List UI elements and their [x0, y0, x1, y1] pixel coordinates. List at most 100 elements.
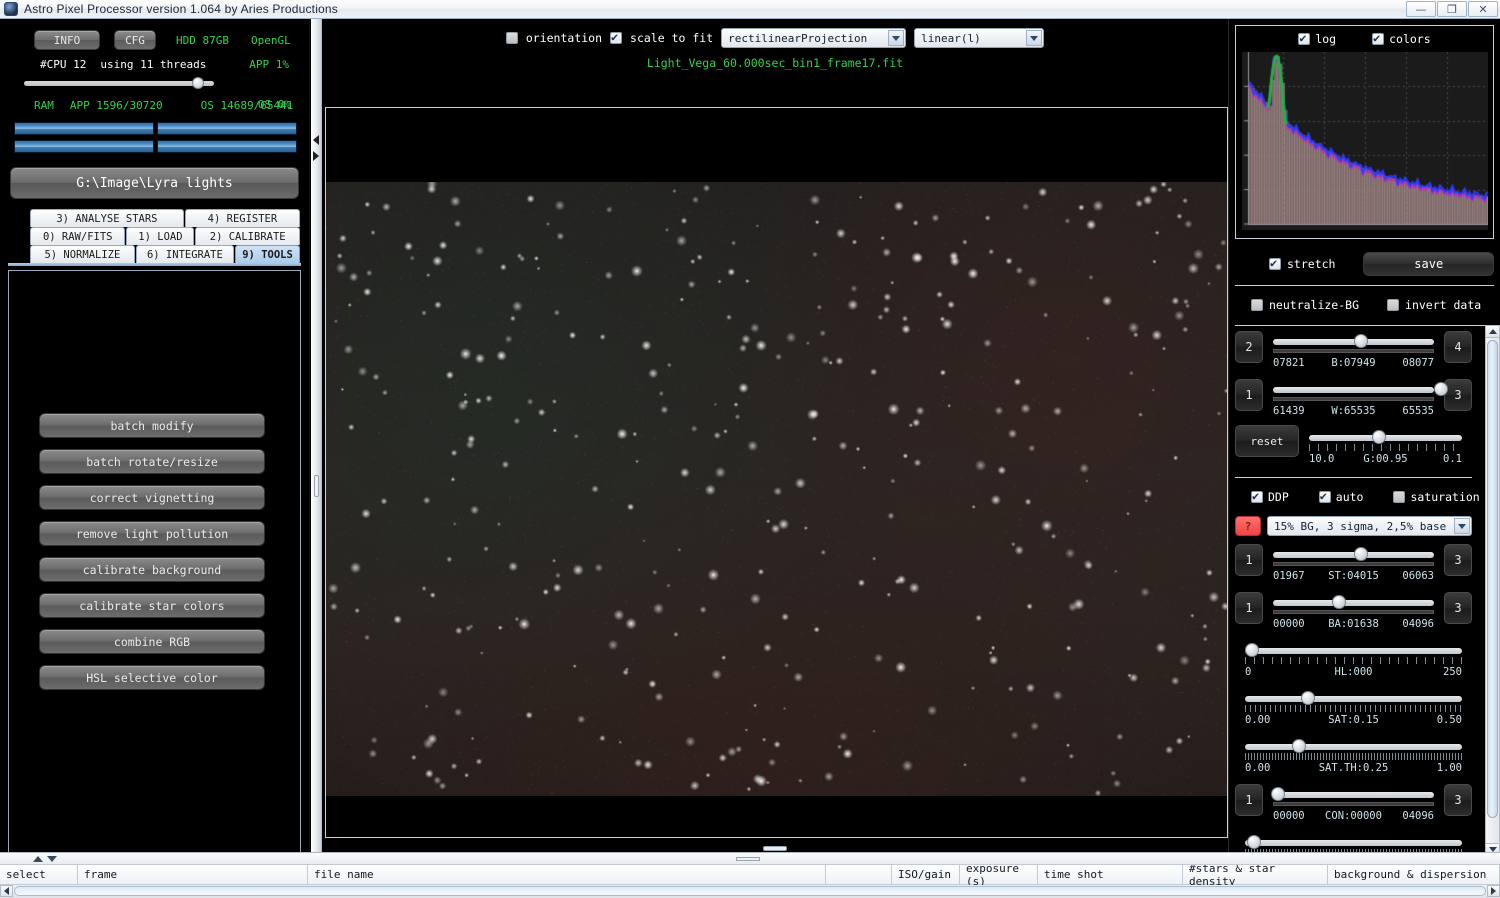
scroll-right-icon[interactable] — [1487, 885, 1500, 897]
sharpen-track[interactable] — [1245, 840, 1462, 846]
black-point-increase-button[interactable]: 4 — [1444, 331, 1472, 363]
correct-vignetting-button[interactable]: correct vignetting — [39, 485, 265, 510]
scroll-left-icon[interactable] — [0, 885, 13, 897]
saturation-threshold-knob[interactable] — [1292, 739, 1306, 753]
calibrate-background-button[interactable]: calibrate background — [39, 557, 265, 582]
collapse-left-icon[interactable] — [313, 135, 319, 145]
scroll-up-icon[interactable] — [1486, 326, 1499, 338]
tab-load[interactable]: 1) LOAD — [126, 227, 194, 245]
minimize-icon[interactable]: — — [1406, 1, 1436, 17]
batch-modify-button[interactable]: batch modify — [39, 413, 265, 438]
file-table-hscrollbar[interactable] — [0, 885, 1500, 898]
column-file-name[interactable]: file name — [308, 865, 826, 884]
expand-left-icon[interactable] — [313, 151, 319, 161]
column-background[interactable]: background & dispersion — [1328, 865, 1500, 884]
combine-rgb-button[interactable]: combine RGB — [39, 629, 265, 654]
splitter-grip[interactable] — [736, 857, 760, 861]
background-track[interactable] — [1273, 600, 1434, 606]
right-panel-scrollbar[interactable] — [1485, 325, 1500, 856]
info-button[interactable]: INFO — [34, 30, 100, 50]
collapse-down-icon[interactable] — [47, 856, 57, 862]
column-iso-gain[interactable]: ISO/gain — [892, 865, 960, 884]
ram-label: RAM — [34, 99, 54, 112]
colors-checkbox[interactable] — [1372, 33, 1384, 45]
highlight-knob[interactable] — [1245, 643, 1259, 657]
scrollbar-thumb[interactable] — [1487, 340, 1498, 818]
orientation-checkbox[interactable] — [506, 32, 518, 44]
highlight-track[interactable] — [1245, 648, 1462, 654]
stretch-amount-decrease-button[interactable]: 1 — [1235, 544, 1263, 576]
application-root: INFO CFG HDD 87GB OpenGL #CPU 12 using 1… — [0, 19, 1500, 898]
star-field-image[interactable] — [326, 182, 1227, 796]
saturation-knob[interactable] — [1301, 691, 1315, 705]
saturation-threshold-track[interactable] — [1245, 744, 1462, 750]
working-directory-button[interactable]: G:\Image\Lyra lights — [10, 167, 299, 199]
help-icon[interactable]: ? — [1235, 516, 1261, 536]
white-point-track[interactable] — [1273, 387, 1434, 393]
thread-slider-knob[interactable] — [192, 77, 204, 89]
column-time-shot[interactable]: time shot — [1038, 865, 1183, 884]
black-point-decrease-button[interactable]: 2 — [1235, 331, 1263, 363]
bottom-splitter[interactable] — [0, 853, 1500, 865]
batch-rotate-resize-button[interactable]: batch rotate/resize — [39, 449, 265, 474]
tab-calibrate[interactable]: 2) CALIBRATE — [195, 227, 300, 245]
background-increase-button[interactable]: 3 — [1444, 592, 1472, 624]
bottom-splitter-grip[interactable] — [763, 846, 787, 851]
log-checkbox[interactable] — [1298, 33, 1310, 45]
sharpen-knob[interactable] — [1247, 835, 1261, 849]
black-point-knob[interactable] — [1354, 334, 1368, 348]
column-exposure[interactable]: exposure (s) — [960, 865, 1038, 884]
stretch-checkbox[interactable] — [1269, 258, 1281, 270]
reset-button[interactable]: reset — [1235, 425, 1299, 457]
left-splitter[interactable] — [311, 19, 322, 864]
white-point-knob[interactable] — [1434, 382, 1448, 396]
chevron-down-icon[interactable] — [1454, 518, 1470, 534]
stretch-preset-select[interactable]: 15% BG, 3 sigma, 2,5% base — [1267, 516, 1472, 536]
column-select[interactable]: select — [0, 865, 78, 884]
gamma-knob[interactable] — [1372, 430, 1386, 444]
contrast-decrease-button[interactable]: 1 — [1235, 784, 1263, 816]
cfg-button[interactable]: CFG — [114, 30, 156, 50]
hscrollbar-thumb[interactable] — [14, 886, 1486, 896]
stretch-amount-increase-button[interactable]: 3 — [1444, 544, 1472, 576]
column-blank[interactable] — [826, 865, 892, 884]
calibrate-star-colors-button[interactable]: calibrate star colors — [39, 593, 265, 618]
saturation-checkbox[interactable] — [1393, 491, 1405, 503]
tab-analyse-stars[interactable]: 3) ANALYSE STARS — [30, 209, 184, 227]
maximize-icon[interactable]: ❐ — [1437, 1, 1467, 17]
saturation-track[interactable] — [1245, 696, 1462, 702]
colormap-select[interactable]: linear(l) — [914, 28, 1044, 48]
projection-select[interactable]: rectilinearProjection — [721, 28, 906, 48]
scale-to-fit-checkbox[interactable] — [610, 32, 622, 44]
tab-tools[interactable]: 9) TOOLS — [235, 245, 300, 263]
tab-normalize[interactable]: 5) NORMALIZE — [30, 245, 135, 263]
thread-slider[interactable] — [24, 77, 214, 89]
contrast-increase-button[interactable]: 3 — [1444, 784, 1472, 816]
background-knob[interactable] — [1332, 595, 1346, 609]
invert-data-checkbox[interactable] — [1387, 299, 1399, 311]
tab-integrate[interactable]: 6) INTEGRATE — [136, 245, 234, 263]
column-frame[interactable]: frame — [78, 865, 308, 884]
image-canvas-container[interactable] — [325, 107, 1228, 838]
remove-light-pollution-button[interactable]: remove light pollution — [39, 521, 265, 546]
white-point-decrease-button[interactable]: 1 — [1235, 379, 1263, 411]
background-decrease-button[interactable]: 1 — [1235, 592, 1263, 624]
hsl-selective-color-button[interactable]: HSL selective color — [39, 665, 265, 690]
neutralize-bg-checkbox[interactable] — [1251, 299, 1263, 311]
chevron-down-icon[interactable] — [888, 30, 904, 46]
stretch-amount-knob[interactable] — [1354, 547, 1368, 561]
contrast-knob[interactable] — [1271, 787, 1285, 801]
white-point-increase-button[interactable]: 3 — [1444, 379, 1472, 411]
column-stars[interactable]: #stars & star density — [1183, 865, 1328, 884]
save-button[interactable]: save — [1363, 252, 1494, 276]
histogram-plot[interactable] — [1242, 52, 1487, 230]
expand-up-icon[interactable] — [33, 856, 43, 862]
ddp-checkbox[interactable] — [1251, 491, 1263, 503]
close-icon[interactable]: ✕ — [1468, 1, 1498, 17]
chevron-down-icon[interactable] — [1026, 30, 1042, 46]
tab-register[interactable]: 4) REGISTER — [185, 209, 300, 227]
auto-checkbox[interactable] — [1319, 491, 1331, 503]
splitter-grip[interactable] — [314, 475, 319, 497]
tab-raw-fits[interactable]: 0) RAW/FITS — [30, 227, 125, 245]
contrast-track[interactable] — [1273, 792, 1434, 798]
